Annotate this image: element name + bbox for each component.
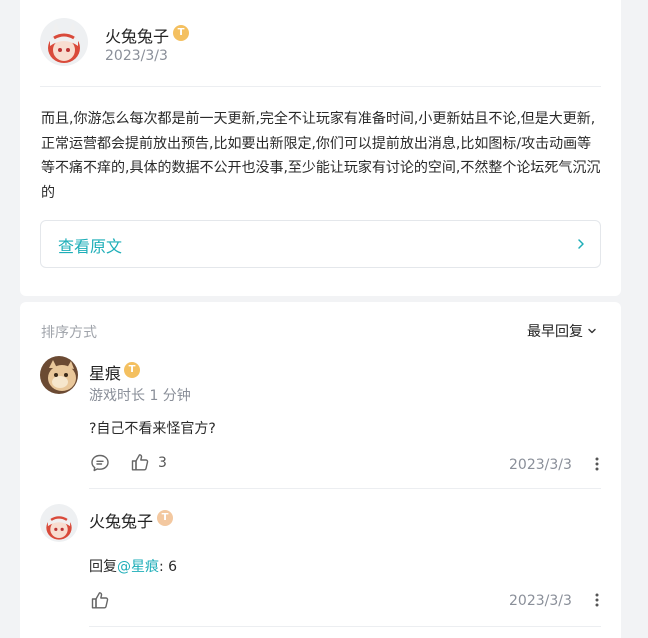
anime-avatar-image (40, 504, 78, 542)
comment-divider (89, 626, 601, 627)
reply-prefix: 回复 (89, 559, 117, 575)
mention-link[interactable]: @星痕 (117, 559, 159, 575)
comment-divider (89, 488, 601, 489)
like-count: 3 (158, 455, 167, 471)
reply-body: : 6 (159, 559, 178, 575)
reply-text: 回复@星痕: 6 (89, 556, 177, 576)
cat-avatar-image (40, 356, 78, 394)
comments-card: 排序方式 最早回复 星痕 T 游戏时长 1 分钟 ?自己不看来怪官方? 3 20… (20, 302, 621, 638)
commenter-avatar[interactable] (40, 356, 78, 394)
comment-text: ?自己不看来怪官方? (89, 421, 216, 437)
like-icon[interactable] (90, 590, 110, 610)
reply-icon[interactable] (90, 453, 110, 473)
verified-badge-icon: T (157, 510, 173, 526)
sort-dropdown[interactable]: 最早回复 (527, 321, 597, 341)
post-line: 正常运营都会提前放出预告,比如要出新限定,你们可以提前放出消息,比如图标/攻击动… (41, 135, 592, 152)
post-line: 的 (41, 184, 55, 201)
commenter-avatar[interactable] (40, 504, 78, 542)
commenter-name[interactable]: 火兔兔子 (89, 508, 153, 532)
comment-date: 2023/3/3 (509, 593, 572, 609)
more-options-icon[interactable] (594, 456, 600, 472)
like-icon[interactable] (130, 452, 150, 472)
author-avatar[interactable] (40, 18, 88, 66)
view-original-button[interactable]: 查看原文 (40, 220, 601, 268)
post-card: 火兔兔子 T 2023/3/3 而且,你游怎么每次都是前一天更新,完全不让玩家有… (20, 0, 621, 296)
chevron-down-icon (588, 328, 596, 334)
sort-label: 排序方式 (41, 325, 97, 341)
view-original-label: 查看原文 (58, 237, 123, 256)
commenter-name[interactable]: 星痕 (89, 360, 121, 384)
post-date: 2023/3/3 (105, 48, 168, 64)
post-line: 而且,你游怎么每次都是前一天更新,完全不让玩家有准备时间,小更新姑且不论,但是大… (41, 111, 596, 127)
header-divider (40, 86, 601, 87)
comment-date: 2023/3/3 (509, 457, 572, 473)
author-name[interactable]: 火兔兔子 (105, 23, 169, 47)
chevron-right-icon (578, 239, 584, 249)
verified-badge-icon: T (124, 362, 140, 378)
post-body: 而且,你游怎么每次都是前一天更新,完全不让玩家有准备时间,小更新姑且不论,但是大… (41, 107, 613, 205)
play-time: 游戏时长 1 分钟 (89, 388, 191, 404)
more-options-icon[interactable] (594, 592, 600, 608)
anime-avatar-image (40, 18, 88, 66)
sort-value: 最早回复 (527, 324, 583, 340)
verified-badge-icon: T (173, 25, 189, 41)
post-line: 等不痛不痒的,具体的数据不公开也没事,至少能让玩家有讨论的空间,不然整个论坛死气… (41, 160, 601, 176)
